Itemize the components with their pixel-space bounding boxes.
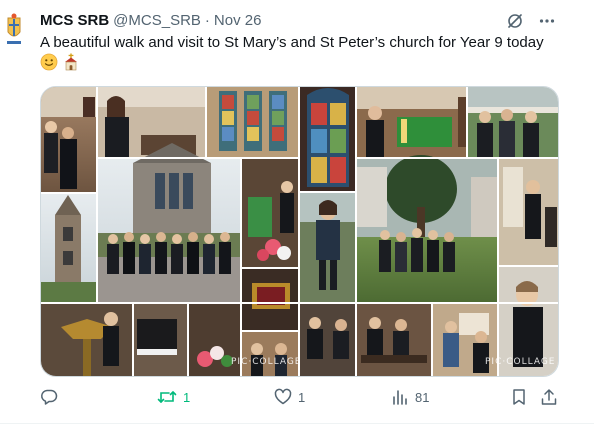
header-actions: [506, 12, 556, 35]
photo-student-window: [499, 158, 558, 266]
photo-easel-flowers: [242, 158, 299, 268]
photo-altar-green-cloth: [357, 87, 467, 157]
views-button[interactable]: 81: [391, 388, 429, 406]
retweet-icon: [157, 391, 177, 403]
photo-church-tower: [41, 194, 97, 302]
collage-watermark: PIC·COLLAGE: [231, 357, 302, 367]
tweet-action-bar: 1 1 81: [40, 388, 560, 410]
user-handle[interactable]: @MCS_SRB: [113, 12, 201, 29]
like-count: 1: [298, 389, 306, 405]
tweet-text-body: A beautiful walk and visit to St Mary’s …: [40, 34, 544, 51]
views-chart-icon: [393, 390, 407, 405]
retweet-button[interactable]: 1: [157, 388, 190, 406]
church-emoji-icon: [62, 53, 80, 77]
tweet-header: MCS SRB @MCS_SRB · Nov 26: [40, 10, 564, 30]
photo-stained-glass-windows: [207, 87, 298, 157]
photo-students-fence: [468, 87, 558, 157]
photo-lectern-eagle: [41, 303, 133, 376]
photo-students-pews: [357, 303, 432, 376]
photo-gold-casket: [242, 269, 299, 331]
photo-girl-plaque: [98, 87, 206, 157]
more-options-icon[interactable]: [538, 12, 556, 35]
photo-students-doorway: [242, 332, 299, 376]
reply-button[interactable]: [40, 388, 64, 406]
photo-students-hall: [41, 87, 97, 193]
tweet-date[interactable]: Nov 26: [214, 12, 262, 29]
tweet-text: A beautiful walk and visit to St Mary’s …: [40, 33, 570, 77]
photo-students-seated: [300, 303, 357, 376]
reply-icon: [41, 389, 58, 405]
smiling-face-emoji-icon: [40, 53, 58, 77]
photo-church-exterior-group: [98, 143, 241, 304]
share-button[interactable]: [540, 388, 558, 406]
school-crest-icon: [2, 10, 26, 50]
photo-group-churchyard-tree: [357, 155, 498, 302]
display-name[interactable]: MCS SRB: [40, 12, 109, 29]
share-icon: [541, 389, 557, 405]
photo-student-churchyard: [300, 192, 356, 302]
retweet-count: 1: [183, 389, 191, 405]
photo-large-stained-glass: [300, 87, 356, 191]
grok-icon[interactable]: [506, 12, 524, 35]
avatar[interactable]: [2, 10, 26, 50]
like-button[interactable]: 1: [274, 388, 305, 406]
views-count: 81: [415, 389, 430, 405]
tweet[interactable]: MCS SRB @MCS_SRB · Nov 26 A beautiful wa…: [0, 0, 594, 424]
heart-icon: [274, 388, 292, 405]
photo-piano-organ: [134, 303, 188, 376]
separator-dot: ·: [204, 11, 210, 29]
bookmark-button[interactable]: [510, 388, 528, 406]
bookmark-icon: [513, 389, 525, 405]
collage-watermark-right: PIC·COLLAGE: [485, 357, 556, 367]
photo-collage[interactable]: PIC·COLLAGE PIC·COLLAGE: [40, 86, 559, 377]
